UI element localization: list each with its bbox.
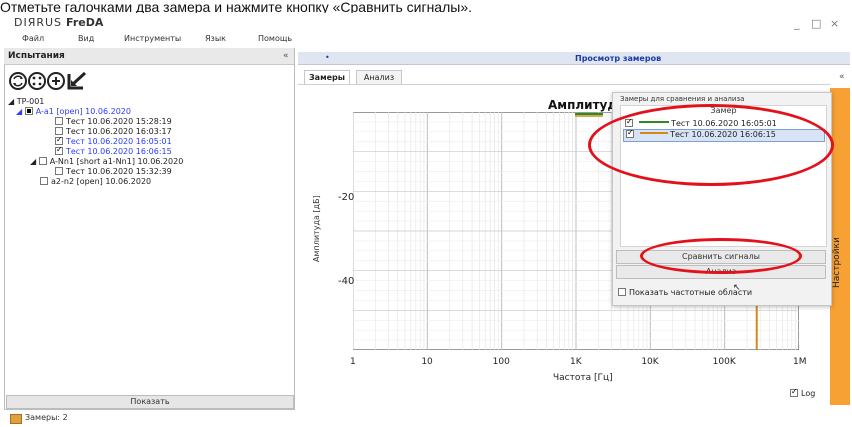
expand-triangle-icon[interactable]: ◢ xyxy=(8,97,14,106)
popup-title: Замеры для сравнения и анализа xyxy=(620,95,745,103)
tree-checkbox[interactable] xyxy=(55,167,63,175)
tree-item-a-a1[interactable]: ◢ A-a1 [open] 10.06.2020 xyxy=(16,107,131,117)
mouse-cursor-icon: ↖ xyxy=(733,283,741,293)
y-tick-label: -20 xyxy=(338,192,355,203)
expand-all-icon[interactable] xyxy=(28,72,46,90)
tree-item-label: a2-n2 [open] 10.06.2020 xyxy=(51,177,152,186)
tree-item-test-153239[interactable]: Тест 10.06.2020 15:32:39 xyxy=(55,167,172,177)
tree-checkbox[interactable] xyxy=(24,107,33,115)
menu-view[interactable]: Вид xyxy=(78,34,94,43)
tree-item-test-152819[interactable]: Тест 10.06.2020 15:28:19 xyxy=(55,117,172,127)
viewer-header xyxy=(298,52,850,65)
status-icon xyxy=(10,414,22,424)
instruction-text: Отметьте галочками два замера и нажмите … xyxy=(0,0,473,13)
import-arrow-icon[interactable] xyxy=(67,71,87,90)
tree-checkbox[interactable] xyxy=(38,157,47,165)
tree-item-label: Тест 10.06.2020 16:03:17 xyxy=(66,127,172,136)
maximize-button[interactable]: □ xyxy=(811,17,821,30)
menu-bar: Файл Вид Инструменты Язык Помощь xyxy=(0,34,852,46)
log-label: Log xyxy=(801,389,816,398)
x-tick-label: 1 xyxy=(350,357,356,367)
tree-item-label: Тест 10.06.2020 16:06:15 xyxy=(66,147,172,156)
x-tick-label: 1K xyxy=(570,357,582,367)
title-bar xyxy=(0,13,852,35)
tree-checkbox[interactable] xyxy=(55,127,63,135)
tree-item-label: TP-001 xyxy=(16,97,45,106)
menu-language[interactable]: Язык xyxy=(205,34,226,43)
log-checkbox[interactable] xyxy=(790,387,798,397)
menu-help[interactable]: Помощь xyxy=(258,34,292,43)
tree-item-test-160317[interactable]: Тест 10.06.2020 16:03:17 xyxy=(55,127,172,137)
refresh-icon[interactable] xyxy=(9,72,27,90)
x-tick-label: 100 xyxy=(492,357,510,367)
x-tick-label: 1M xyxy=(793,357,807,367)
tree-checkbox[interactable] xyxy=(55,145,63,155)
expand-triangle-icon[interactable]: ◢ xyxy=(16,107,22,116)
viewer-title: Просмотр замеров xyxy=(575,54,662,63)
highlight-oval-list xyxy=(588,104,834,186)
x-axis-label: Частота [Гц] xyxy=(553,373,613,383)
tree-toolbar xyxy=(9,70,89,92)
y-axis-label: Амплитуда [дБ] xyxy=(312,195,321,262)
show-freq-regions-toggle[interactable]: Показать частотные области xyxy=(618,288,752,297)
tree-item-test-160501[interactable]: Тест 10.06.2020 16:05:01 xyxy=(55,135,172,147)
tree-checkbox[interactable] xyxy=(55,135,63,145)
tree-checkbox[interactable] xyxy=(55,117,63,125)
chart-title: Амплитуд xyxy=(548,98,618,112)
status-text: Замеры: 2 xyxy=(25,413,68,422)
add-icon[interactable] xyxy=(47,72,65,90)
tree-item-label: A-a1 [open] 10.06.2020 xyxy=(35,107,131,116)
app-title: FreDA xyxy=(66,16,104,29)
tab-measurements[interactable]: Замеры xyxy=(304,70,350,84)
collapse-left-icon[interactable]: « xyxy=(283,51,289,61)
x-tick-label: 10 xyxy=(421,357,433,367)
minimize-button[interactable]: _ xyxy=(794,17,800,30)
y-tick-label: -40 xyxy=(338,276,355,287)
viewer-dot-icon: • xyxy=(325,53,330,62)
x-tick-label: 10K xyxy=(641,357,659,367)
highlight-oval-button xyxy=(640,238,802,274)
menu-file[interactable]: Файл xyxy=(22,34,44,43)
tests-panel-title: Испытания xyxy=(8,51,65,61)
tree-checkbox[interactable] xyxy=(40,177,48,185)
settings-sidebar[interactable]: Настройки xyxy=(830,88,850,405)
x-tick-label: 100K xyxy=(712,357,736,367)
expand-triangle-icon[interactable]: ◢ xyxy=(30,157,36,166)
tree-item-a2-n2[interactable]: a2-n2 [open] 10.06.2020 xyxy=(40,177,151,187)
menu-tools[interactable]: Инструменты xyxy=(124,34,181,43)
log-scale-toggle[interactable]: Log xyxy=(790,387,816,398)
tree-item-label: A-Nn1 [short a1-Nn1] 10.06.2020 xyxy=(49,157,184,166)
tree-item-label: Тест 10.06.2020 16:05:01 xyxy=(66,137,172,146)
collapse-right-icon[interactable]: « xyxy=(839,72,845,82)
show-button[interactable]: Показать xyxy=(6,395,294,409)
close-button[interactable]: × xyxy=(830,17,839,30)
tree-item-label: Тест 10.06.2020 15:28:19 xyxy=(66,117,172,126)
tab-analysis[interactable]: Анализ xyxy=(356,70,402,84)
tree-item-a-nn1[interactable]: ◢ A-Nn1 [short a1-Nn1] 10.06.2020 xyxy=(30,157,183,167)
tree-item-label: Тест 10.06.2020 15:32:39 xyxy=(66,167,172,176)
tests-panel xyxy=(4,48,295,410)
app-logo: DIЯRUS FreDA xyxy=(14,16,104,29)
tree-item-tp001[interactable]: ◢ TP-001 xyxy=(8,97,44,107)
show-freq-checkbox[interactable] xyxy=(618,288,626,296)
tree-item-test-160615[interactable]: Тест 10.06.2020 16:06:15 xyxy=(55,145,172,157)
settings-label: Настройки xyxy=(832,237,842,288)
